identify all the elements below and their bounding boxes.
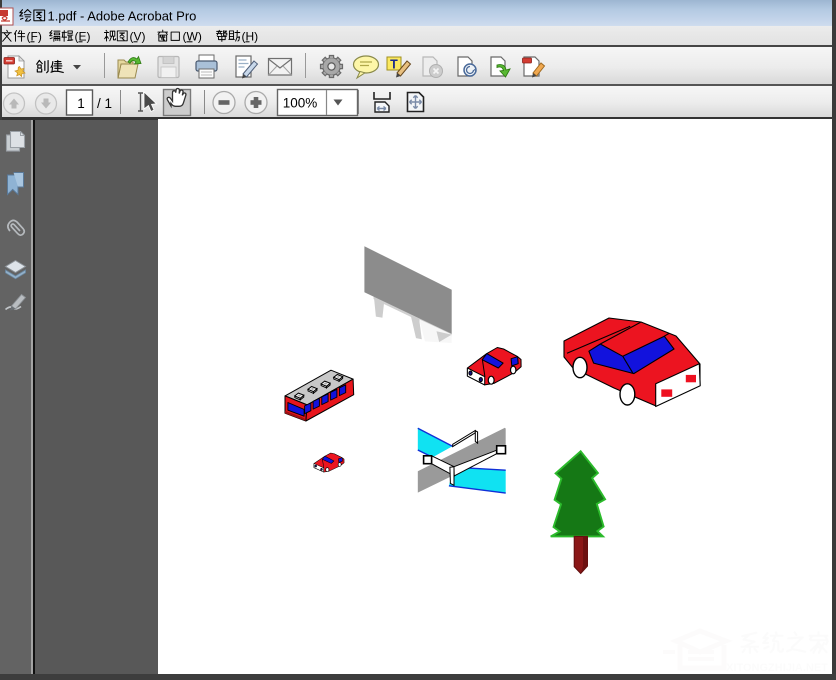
svg-text:XITONGZHIJIA.NET: XITONGZHIJIA.NET: [726, 662, 828, 674]
svg-text:(H): (H): [242, 30, 259, 44]
svg-text:/ 1: / 1: [97, 96, 112, 111]
svg-text:1.pdf - Adobe Acrobat Pro: 1.pdf - Adobe Acrobat Pro: [48, 9, 197, 24]
svg-text:1: 1: [77, 96, 85, 111]
svg-text:T: T: [390, 58, 398, 72]
svg-text:100%: 100%: [283, 96, 318, 111]
